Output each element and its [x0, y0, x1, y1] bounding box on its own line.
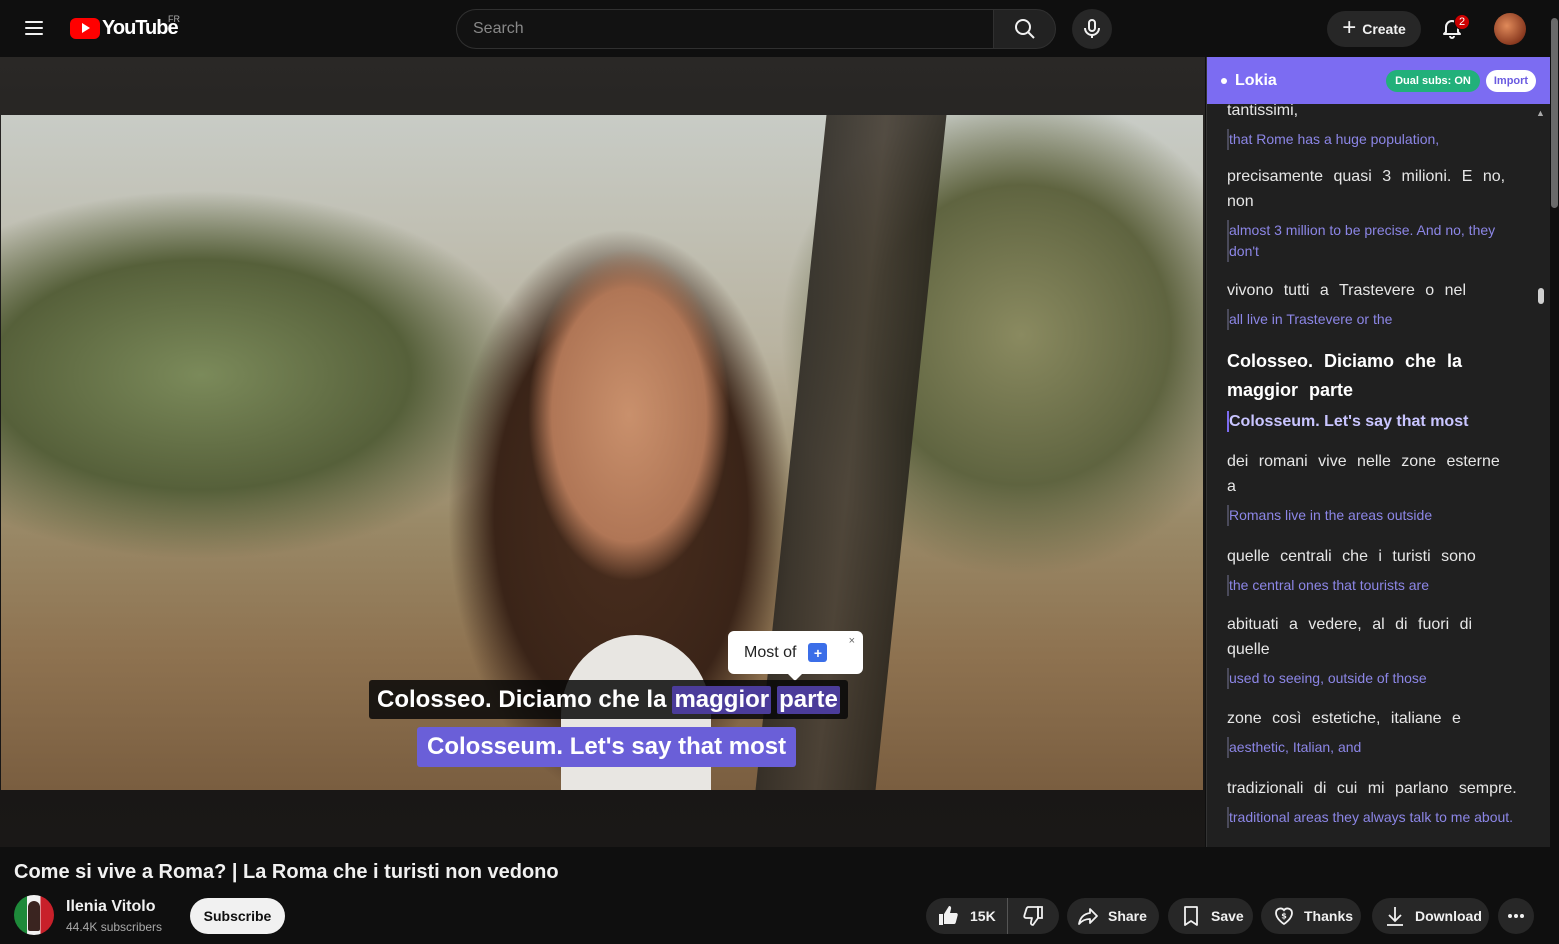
- subtitle-primary-text[interactable]: Colosseo. Diciamo che la: [377, 686, 666, 714]
- save-button[interactable]: Save: [1168, 898, 1253, 934]
- tooltip-translation: Most of: [744, 643, 797, 661]
- search-input[interactable]: [473, 20, 994, 38]
- youtube-play-icon: [70, 17, 100, 39]
- subscribe-button[interactable]: Subscribe: [190, 898, 285, 934]
- import-button[interactable]: Import: [1486, 70, 1536, 92]
- transcript-translation-text: Romans live in the areas outside: [1227, 505, 1517, 526]
- transcript-segment[interactable]: quelle centrali che i turisti sono the ce…: [1227, 544, 1517, 596]
- transcript-translation-text: the central ones that tourists are: [1227, 575, 1517, 596]
- voice-search-button[interactable]: [1072, 9, 1112, 49]
- status-dot-icon: [1221, 77, 1227, 84]
- tooltip-close-icon[interactable]: ×: [849, 635, 855, 647]
- hamburger-icon: [25, 21, 43, 23]
- account-avatar[interactable]: [1494, 13, 1526, 45]
- transcript-translation-text: aesthetic, Italian, and: [1227, 737, 1517, 758]
- subtitle-word-highlight[interactable]: parte: [777, 685, 840, 714]
- notification-badge: 2: [1454, 14, 1470, 30]
- share-icon: [1078, 908, 1098, 925]
- hamburger-icon-line: [25, 27, 43, 29]
- channel-subscriber-count: 44.4K subscribers: [66, 920, 163, 934]
- transcript-original-text[interactable]: tantissimi,: [1227, 104, 1517, 123]
- bookmark-icon: [1184, 906, 1198, 926]
- svg-text:$: $: [1281, 912, 1287, 921]
- transcript-segment[interactable]: vivono tutti a Trastevere o nel all live …: [1227, 278, 1517, 330]
- transcript-original-text[interactable]: dei romani vive nelle zone esterne a: [1227, 449, 1517, 499]
- lokia-title: Lokia: [1235, 71, 1277, 89]
- transcript-translation-text: almost 3 million to be precise. And no, …: [1227, 220, 1517, 262]
- page-scrollbar-thumb[interactable]: [1551, 18, 1558, 208]
- save-label: Save: [1211, 908, 1244, 924]
- page-scrollbar[interactable]: [1550, 0, 1559, 944]
- like-button[interactable]: 15K: [926, 898, 1008, 934]
- region-code: FR: [168, 14, 180, 24]
- youtube-logo[interactable]: YouTube: [70, 16, 179, 40]
- more-actions-button[interactable]: [1498, 898, 1534, 934]
- dual-subs-toggle[interactable]: Dual subs: ON: [1386, 70, 1480, 92]
- lokia-panel: Lokia Dual subs: ON Import tantissimi, th…: [1206, 57, 1550, 847]
- video-player[interactable]: Most of + × Colosseo. Diciamo che la mag…: [0, 57, 1205, 847]
- transcript-translation-text: traditional areas they always talk to me…: [1227, 807, 1517, 828]
- transcript-translation-text: that Rome has a huge population,: [1227, 129, 1517, 150]
- more-horizontal-icon: [1508, 914, 1524, 918]
- thanks-label: Thanks: [1304, 908, 1354, 924]
- transcript-segment[interactable]: dei romani vive nelle zone esterne a Roma…: [1227, 449, 1517, 526]
- dislike-button[interactable]: [1009, 898, 1059, 934]
- download-button[interactable]: Download: [1372, 898, 1489, 934]
- search-box: [456, 9, 994, 49]
- logo-text: YouTube: [102, 16, 179, 39]
- transcript-segment[interactable]: precisamente quasi 3 milioni. E no, non a…: [1227, 164, 1517, 262]
- transcript-segment[interactable]: tradizionali di cui mi parlano sempre. tr…: [1227, 776, 1517, 828]
- download-label: Download: [1415, 908, 1482, 924]
- translation-tooltip: Most of + ×: [728, 631, 863, 681]
- transcript-list[interactable]: tantissimi, that Rome has a huge populati…: [1207, 104, 1537, 847]
- guide-menu-button[interactable]: [14, 8, 54, 48]
- channel-name[interactable]: Ilenia Vitolo: [66, 898, 156, 916]
- subtitle-secondary: Colosseum. Let's say that most: [417, 727, 797, 767]
- video-title: Come si vive a Roma? | La Roma che i tur…: [14, 861, 559, 883]
- channel-avatar[interactable]: [14, 895, 54, 935]
- lokia-panel-header: Lokia Dual subs: ON Import: [1207, 57, 1550, 104]
- search-button[interactable]: [993, 9, 1056, 49]
- notifications-button[interactable]: 2: [1432, 8, 1472, 48]
- transcript-translation-text: Colosseum. Let's say that most: [1227, 411, 1517, 432]
- share-button[interactable]: Share: [1067, 898, 1159, 934]
- transcript-scrollbar-thumb[interactable]: [1538, 288, 1544, 304]
- thanks-button[interactable]: $ Thanks: [1261, 898, 1361, 934]
- transcript-translation-text: all live in Trastevere or the: [1227, 309, 1517, 330]
- share-label: Share: [1108, 908, 1147, 924]
- transcript-original-text[interactable]: Colosseo. Diciamo che la maggior parte: [1227, 347, 1517, 405]
- transcript-translation-text: used to seeing, outside of those: [1227, 668, 1517, 689]
- hamburger-icon-line: [25, 33, 43, 35]
- transcript-original-text[interactable]: tradizionali di cui mi parlano sempre.: [1227, 776, 1517, 801]
- transcript-segment[interactable]: abituati a vedere, al di fuori di quelle…: [1227, 612, 1517, 689]
- transcript-scroll-up-icon[interactable]: ▲: [1536, 108, 1545, 118]
- transcript-segment[interactable]: zone così estetiche, italiane e aesthetic…: [1227, 706, 1517, 758]
- transcript-original-text[interactable]: zone così estetiche, italiane e: [1227, 706, 1517, 731]
- heart-dollar-icon: $: [1275, 907, 1293, 926]
- transcript-segment-active[interactable]: Colosseo. Diciamo che la maggior parte Co…: [1227, 347, 1517, 432]
- transcript-original-text[interactable]: quelle centrali che i turisti sono: [1227, 544, 1517, 569]
- add-word-button[interactable]: +: [808, 643, 828, 662]
- transcript-segment[interactable]: tantissimi, that Rome has a huge populati…: [1227, 104, 1517, 150]
- plus-icon: +: [1342, 14, 1357, 41]
- create-button[interactable]: + Create: [1327, 11, 1421, 47]
- download-icon: [1387, 907, 1403, 926]
- subtitle-primary: Colosseo. Diciamo che la maggior parte: [369, 680, 848, 719]
- masthead: YouTube FR + Create 2: [0, 0, 1559, 56]
- search-icon: [1014, 19, 1035, 39]
- microphone-icon: [1084, 19, 1100, 38]
- transcript-original-text[interactable]: abituati a vedere, al di fuori di quelle: [1227, 612, 1517, 662]
- thumbs-down-icon: [1023, 906, 1043, 926]
- create-label: Create: [1362, 21, 1406, 37]
- transcript-original-text[interactable]: vivono tutti a Trastevere o nel: [1227, 278, 1517, 303]
- thumbs-up-icon: [939, 906, 958, 925]
- transcript-original-text[interactable]: precisamente quasi 3 milioni. E no, non: [1227, 164, 1517, 214]
- like-count: 15K: [970, 908, 996, 924]
- subtitle-word-highlight[interactable]: maggior: [672, 685, 772, 714]
- like-dislike-group: 15K: [926, 898, 1059, 934]
